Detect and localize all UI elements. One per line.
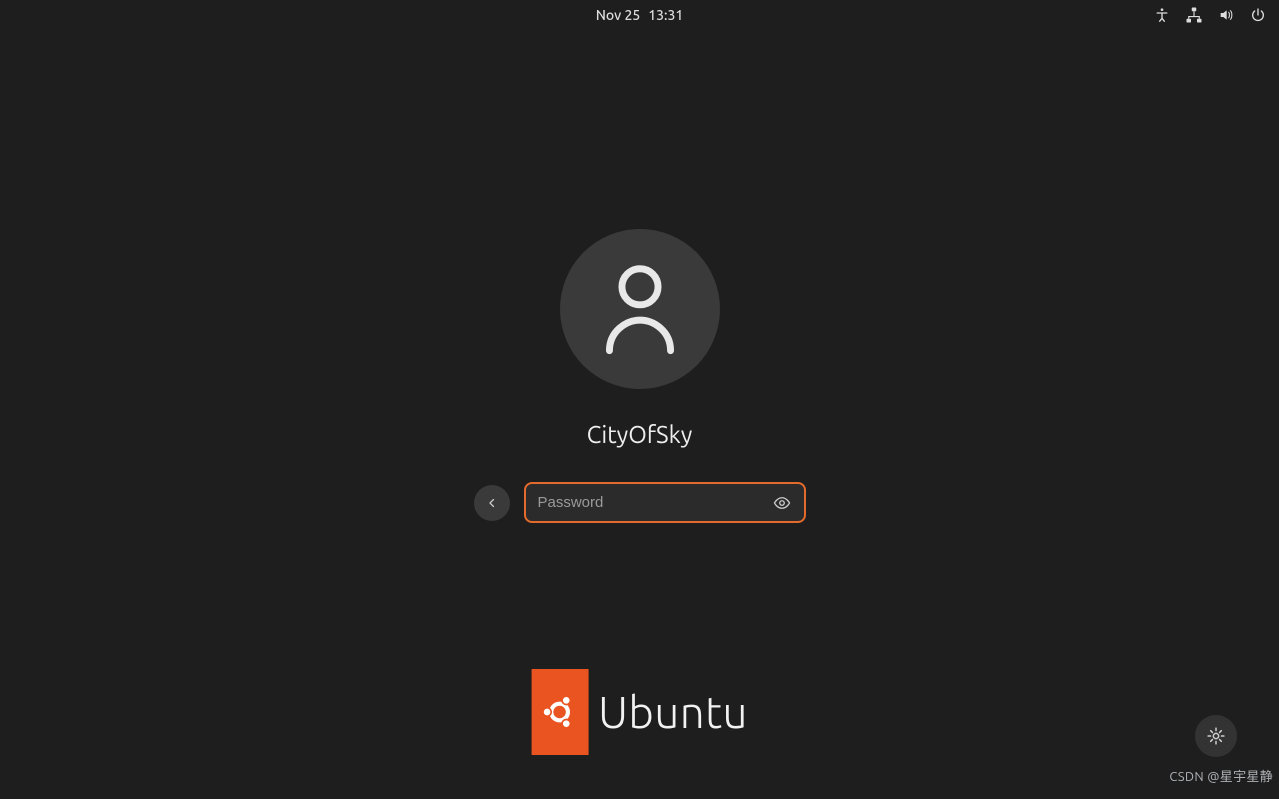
accessibility-icon[interactable] (1153, 6, 1171, 24)
session-settings-button[interactable] (1195, 715, 1237, 757)
password-row (474, 482, 806, 523)
chevron-left-icon (486, 497, 498, 509)
watermark-text: CSDN @星宇星静 (1169, 766, 1273, 785)
user-avatar (560, 229, 720, 389)
power-icon[interactable] (1249, 6, 1267, 24)
date-label: Nov 25 (596, 7, 641, 23)
network-wired-icon[interactable] (1185, 6, 1203, 24)
password-field-wrapper (524, 482, 806, 523)
ubuntu-logo-icon (531, 669, 588, 755)
reveal-password-button[interactable] (772, 493, 792, 513)
ubuntu-brand: Ubuntu (531, 669, 748, 755)
volume-icon[interactable] (1217, 6, 1235, 24)
system-tray (1153, 0, 1267, 30)
time-label: 13:31 (648, 7, 683, 23)
top-bar: Nov 25 13:31 (0, 0, 1279, 30)
clock[interactable]: Nov 25 13:31 (596, 7, 684, 23)
eye-icon (773, 494, 791, 512)
login-panel: CityOfSky (440, 229, 840, 523)
back-button[interactable] (474, 485, 510, 521)
gear-icon (1206, 726, 1226, 746)
ubuntu-wordmark: Ubuntu (598, 688, 748, 737)
username-label: CityOfSky (587, 421, 693, 448)
password-input[interactable] (538, 494, 772, 511)
